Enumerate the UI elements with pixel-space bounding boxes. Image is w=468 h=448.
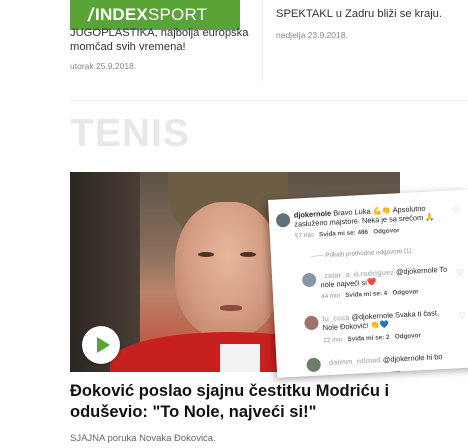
comment-user: _dalmm_ntlmad [324, 355, 382, 368]
comment-time: 57 min [294, 231, 314, 240]
user-avatar [304, 315, 319, 331]
logo-sport: SPORT [147, 5, 208, 24]
comment-likes: Sviđa mi se: 486 [318, 228, 369, 239]
logo-index: INDEX [95, 5, 148, 24]
left-article-teaser[interactable]: JUGOPLASTIKA, najbolja europska momčad s… [70, 26, 250, 54]
article-subline: SJAJNA poruka Novaka Đokovića. [70, 433, 216, 444]
left-article-teaser-text[interactable]: JUGOPLASTIKA, najbolja europska momčad s… [70, 27, 248, 53]
right-article-date: nedjelja 23.9.2018. [276, 30, 348, 40]
heart-icon: ♡ [458, 310, 466, 321]
column-divider [262, 0, 263, 82]
heart-icon: ♡ [455, 267, 464, 278]
user-avatar [275, 212, 291, 228]
comment-text: @djokernole hi bo [382, 352, 443, 365]
play-icon [96, 337, 110, 353]
instagram-comments-screenshot: djokernole Bravo Luka 💪👏 Apsolutno zaslu… [268, 189, 468, 378]
play-video-button[interactable] [82, 326, 120, 364]
right-article-teaser[interactable]: SPEKTAKL u Zadru bliži se kraju. [276, 8, 442, 20]
heart-icon: ♡ [452, 205, 461, 216]
section-divider [70, 100, 468, 101]
left-article-date: utorak 25.9.2018. [70, 61, 137, 71]
article-headline[interactable]: Đoković poslao sjajnu čestitku Modriću i… [70, 381, 460, 423]
hidden-replies: Prikaži prethodne odgovore (1) [325, 247, 412, 260]
user-avatar [306, 357, 322, 373]
player-face [175, 202, 280, 337]
comment-reply: Odgovor [373, 227, 400, 236]
section-title[interactable]: TENIS [70, 112, 190, 156]
logo-slash-icon: / [88, 4, 94, 25]
user-avatar [301, 272, 317, 288]
